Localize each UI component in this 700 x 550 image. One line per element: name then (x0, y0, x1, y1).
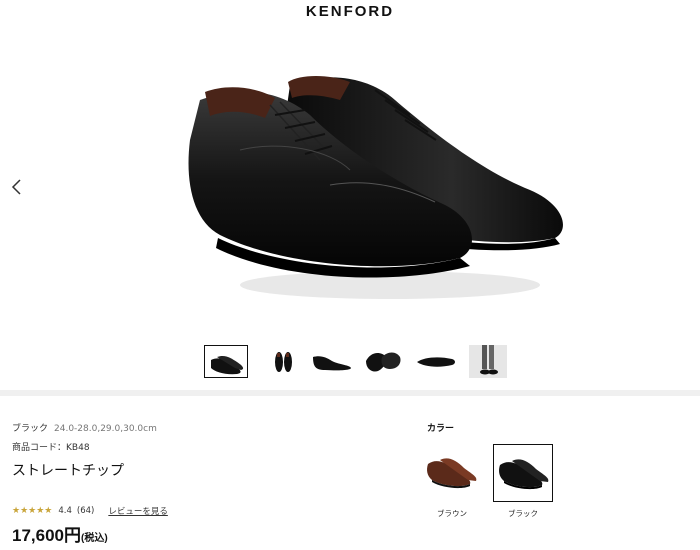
rating-score: 4.4 (58, 506, 72, 516)
thumbnail-4[interactable] (362, 345, 406, 378)
brand-logo[interactable]: KENFORD (0, 3, 700, 20)
price: 17,600円(税込) (12, 521, 108, 546)
tax-note: (税込) (81, 533, 108, 544)
thumbnail-2[interactable] (262, 345, 306, 378)
view-reviews-link[interactable]: レビューを見る (108, 505, 168, 517)
thumbnail-6[interactable] (466, 345, 510, 378)
review-count: (64) (76, 506, 95, 516)
color-swatch-brown[interactable] (422, 444, 482, 502)
thumbnail-3[interactable] (310, 345, 354, 378)
chevron-left-icon[interactable] (9, 177, 25, 197)
product-code-label: 商品コード： (12, 443, 67, 453)
product-code: 商品コード：KB48 (12, 440, 90, 453)
product-name: ストレートチップ (12, 463, 124, 479)
variant-color-name: ブラック (12, 424, 49, 434)
size-range: 24.0-28.0,29.0,30.0cm (54, 424, 157, 434)
section-divider (0, 390, 700, 396)
variant-info: ブラック 24.0-28.0,29.0,30.0cm (12, 421, 157, 434)
color-swatch-black-label: ブラック (508, 509, 538, 518)
thumbnail-1[interactable] (204, 345, 248, 378)
product-code-value: KB48 (66, 443, 90, 453)
color-swatch-brown-label: ブラウン (437, 509, 467, 518)
product-main-image (180, 60, 580, 310)
thumbnail-strip (204, 345, 514, 381)
price-amount: 17,600円 (12, 526, 81, 545)
color-swatch-black[interactable] (493, 444, 553, 502)
star-rating-icon: ★★★★★ (12, 506, 53, 516)
rating-row: ★★★★★ 4.4 (64) レビューを見る (12, 505, 168, 517)
thumbnail-5[interactable] (414, 345, 458, 378)
color-label: カラー (427, 424, 455, 434)
